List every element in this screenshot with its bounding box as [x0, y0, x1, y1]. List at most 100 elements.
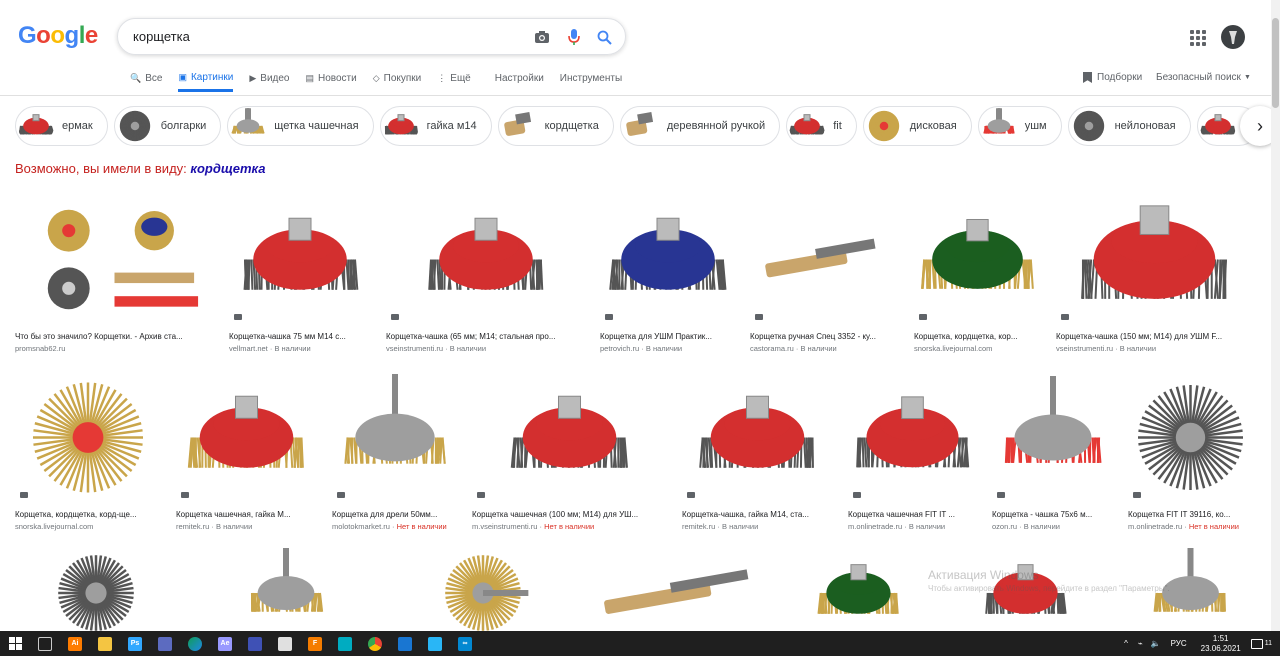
- image-result[interactable]: Корщетка для дрели 50мм... molotokmarket.…: [332, 372, 458, 531]
- microphone-icon[interactable]: [564, 27, 584, 47]
- tab-1[interactable]: ▣ Картинки: [178, 66, 233, 92]
- settings-link[interactable]: Настройки: [495, 66, 544, 90]
- result-thumbnail[interactable]: [176, 372, 317, 503]
- clock[interactable]: 1:51 23.06.2021: [1201, 634, 1241, 654]
- result-caption[interactable]: Корщетка-чашка (65 мм; М14; стальная про…: [386, 332, 586, 341]
- photoshop-icon[interactable]: Ps: [120, 631, 150, 656]
- tools-link[interactable]: Инструменты: [560, 66, 622, 90]
- notifications-icon[interactable]: 11: [1251, 639, 1272, 649]
- image-result[interactable]: Корщетка, кордщетка, кор... snorska.livej…: [914, 194, 1041, 353]
- image-result[interactable]: Корщетка для УШМ Практик... petrovich.ru …: [600, 194, 736, 353]
- collections-link[interactable]: Подборки: [1083, 72, 1142, 83]
- search-icon[interactable]: [594, 27, 614, 47]
- related-chip[interactable]: деревянной ручкой: [620, 106, 780, 146]
- result-thumbnail[interactable]: [682, 372, 833, 503]
- image-result[interactable]: Что бы это значило? Корщетки. - Архив ст…: [15, 194, 214, 353]
- calculator-icon[interactable]: [150, 631, 180, 656]
- related-chip[interactable]: щетка чашечная: [227, 106, 373, 146]
- avatar[interactable]: [1221, 25, 1245, 49]
- tab-5[interactable]: ⋮ Ещё: [437, 66, 470, 90]
- result-caption[interactable]: Корщетка чашечная (100 мм; М14) для УШ..…: [472, 510, 667, 519]
- related-chip[interactable]: нейлоновая: [1068, 106, 1191, 146]
- result-thumbnail[interactable]: [750, 194, 899, 325]
- search-box[interactable]: корщетка: [117, 18, 626, 55]
- result-thumbnail[interactable]: [939, 548, 1112, 638]
- result-thumbnail[interactable]: [1056, 194, 1253, 325]
- result-thumbnail[interactable]: [584, 548, 779, 638]
- result-caption[interactable]: Корщетка чашечная FIT IT ...: [848, 510, 977, 519]
- image-result[interactable]: [584, 548, 779, 638]
- related-chip[interactable]: ушм: [978, 106, 1062, 146]
- result-thumbnail[interactable]: [229, 194, 371, 325]
- network-icon[interactable]: ⌁: [1138, 639, 1143, 648]
- related-chip[interactable]: гайка м14: [380, 106, 492, 146]
- result-caption[interactable]: Корщетка-чашка, гайка М14, ста...: [682, 510, 833, 519]
- result-thumbnail[interactable]: [793, 548, 924, 638]
- image-result[interactable]: [1127, 548, 1254, 638]
- image-result[interactable]: Корщетка чашечная (100 мм; М14) для УШ..…: [472, 372, 667, 531]
- related-chip[interactable]: кордщетка: [498, 106, 614, 146]
- related-chip[interactable]: дисковая: [863, 106, 972, 146]
- fl-icon[interactable]: F: [300, 631, 330, 656]
- result-thumbnail[interactable]: [15, 372, 161, 503]
- edge-icon[interactable]: [180, 631, 210, 656]
- image-result[interactable]: [396, 548, 570, 638]
- result-thumbnail[interactable]: [332, 372, 458, 503]
- related-chip[interactable]: fit: [786, 106, 857, 146]
- tab-2[interactable]: ▶ Видео: [249, 66, 289, 90]
- image-result[interactable]: Корщетка FIT IT 39116, ко... m.onlinetrad…: [1128, 372, 1253, 531]
- result-caption[interactable]: Корщетка для дрели 50мм...: [332, 510, 458, 519]
- result-thumbnail[interactable]: [472, 372, 667, 503]
- result-thumbnail[interactable]: [1128, 372, 1253, 503]
- illustrator-icon[interactable]: Ai: [60, 631, 90, 656]
- result-caption[interactable]: Корщетка FIT IT 39116, ко...: [1128, 510, 1253, 519]
- google-logo[interactable]: Google: [18, 22, 98, 50]
- image-result[interactable]: Корщетка, кордщетка, корд-ще... snorska.l…: [15, 372, 161, 531]
- image-result[interactable]: Корщетка-чашка, гайка М14, ста... remitek…: [682, 372, 833, 531]
- result-caption[interactable]: Корщетка ручная Спец 3352 - ку...: [750, 332, 899, 341]
- scrollbar[interactable]: [1271, 0, 1280, 631]
- result-caption[interactable]: Корщетка - чашка 75x6 м...: [992, 510, 1114, 519]
- image-result[interactable]: [793, 548, 924, 638]
- result-caption[interactable]: Корщетка-чашка (150 мм; М14) для УШМ F..…: [1056, 332, 1253, 341]
- image-result[interactable]: Корщетка - чашка 75x6 м... ozon.ru · В на…: [992, 372, 1114, 531]
- related-chip[interactable]: болгарки: [114, 106, 222, 146]
- did-you-mean-link[interactable]: кордщетка: [190, 161, 265, 176]
- result-caption[interactable]: Корщетка для УШМ Практик...: [600, 332, 736, 341]
- image-result[interactable]: Корщетка чашечная FIT IT ... m.onlinetrad…: [848, 372, 977, 531]
- cortana-app-icon[interactable]: [330, 631, 360, 656]
- app-circle-icon[interactable]: [240, 631, 270, 656]
- safesearch-dropdown[interactable]: Безопасный поиск ▼: [1156, 72, 1251, 83]
- result-thumbnail[interactable]: [848, 372, 977, 503]
- image-result[interactable]: [191, 548, 381, 638]
- image-result[interactable]: [15, 548, 177, 638]
- telegram-icon[interactable]: [420, 631, 450, 656]
- result-caption[interactable]: Корщетка-чашка 75 мм М14 с...: [229, 332, 371, 341]
- result-thumbnail[interactable]: [396, 548, 570, 638]
- result-thumbnail[interactable]: [15, 194, 214, 325]
- image-result[interactable]: Корщетка ручная Спец 3352 - ку... castora…: [750, 194, 899, 353]
- file-explorer-icon[interactable]: [90, 631, 120, 656]
- tab-3[interactable]: ▤ Новости: [306, 66, 357, 90]
- image-result[interactable]: Корщетка-чашка (150 мм; М14) для УШМ F..…: [1056, 194, 1253, 353]
- result-thumbnail[interactable]: [15, 548, 177, 638]
- after-effects-icon[interactable]: Ae: [210, 631, 240, 656]
- mail-icon[interactable]: [390, 631, 420, 656]
- search-input[interactable]: корщетка: [133, 29, 190, 44]
- google-apps-icon[interactable]: [1190, 30, 1206, 46]
- result-thumbnail[interactable]: [386, 194, 586, 325]
- result-thumbnail[interactable]: [191, 548, 381, 638]
- related-chip[interactable]: ермак: [15, 106, 108, 146]
- windows-start-icon[interactable]: [0, 631, 30, 656]
- result-caption[interactable]: Корщетка чашечная, гайка М...: [176, 510, 317, 519]
- app-infinity-icon[interactable]: ∞: [450, 631, 480, 656]
- tab-4[interactable]: ◇ Покупки: [373, 66, 422, 90]
- result-thumbnail[interactable]: [914, 194, 1041, 325]
- task-view-icon[interactable]: [30, 631, 60, 656]
- image-result[interactable]: Корщетка-чашка 75 мм М14 с... vellmart.ne…: [229, 194, 371, 353]
- result-thumbnail[interactable]: [992, 372, 1114, 503]
- result-thumbnail[interactable]: [600, 194, 736, 325]
- scrollbar-thumb[interactable]: [1272, 18, 1279, 108]
- camera-icon[interactable]: [532, 27, 552, 47]
- image-result[interactable]: [939, 548, 1112, 638]
